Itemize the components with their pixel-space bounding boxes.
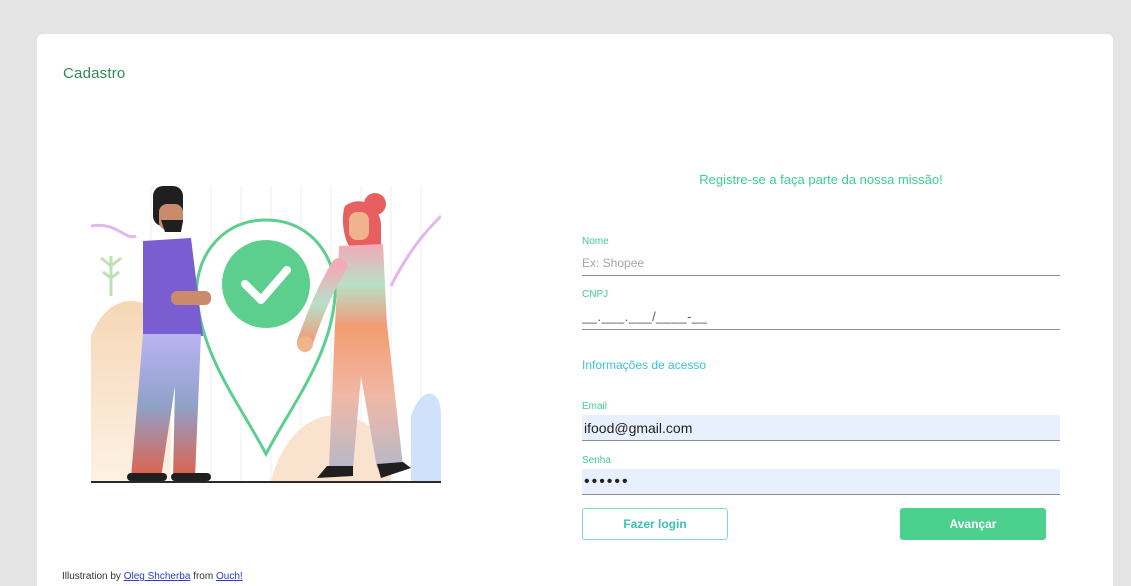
cnpj-input[interactable] (582, 304, 1060, 330)
nome-input[interactable] (582, 250, 1060, 276)
senha-label: Senha (582, 455, 611, 466)
page-title: Cadastro (63, 65, 126, 82)
login-button[interactable]: Fazer login (582, 508, 728, 540)
email-input[interactable] (582, 415, 1060, 441)
registration-illustration (91, 186, 441, 483)
nome-label: Nome (582, 236, 609, 247)
credit-middle: from (190, 571, 216, 582)
illustration-credit: Illustration by Oleg Shcherba from Ouch! (62, 571, 243, 582)
cnpj-label: CNPJ (582, 289, 609, 300)
access-section-title: Informações de acesso (582, 358, 707, 372)
password-input[interactable] (582, 469, 1060, 495)
credit-prefix: Illustration by (62, 571, 124, 582)
email-label: Email (582, 401, 608, 412)
credit-author-link[interactable]: Oleg Shcherba (124, 571, 191, 582)
register-card: Cadastro Illustration by Oleg Shcherba f… (37, 34, 1113, 586)
next-button[interactable]: Avançar (900, 508, 1046, 540)
credit-source-link[interactable]: Ouch! (216, 571, 243, 582)
form-heading: Registre-se a faça parte da nossa missão… (699, 172, 943, 187)
